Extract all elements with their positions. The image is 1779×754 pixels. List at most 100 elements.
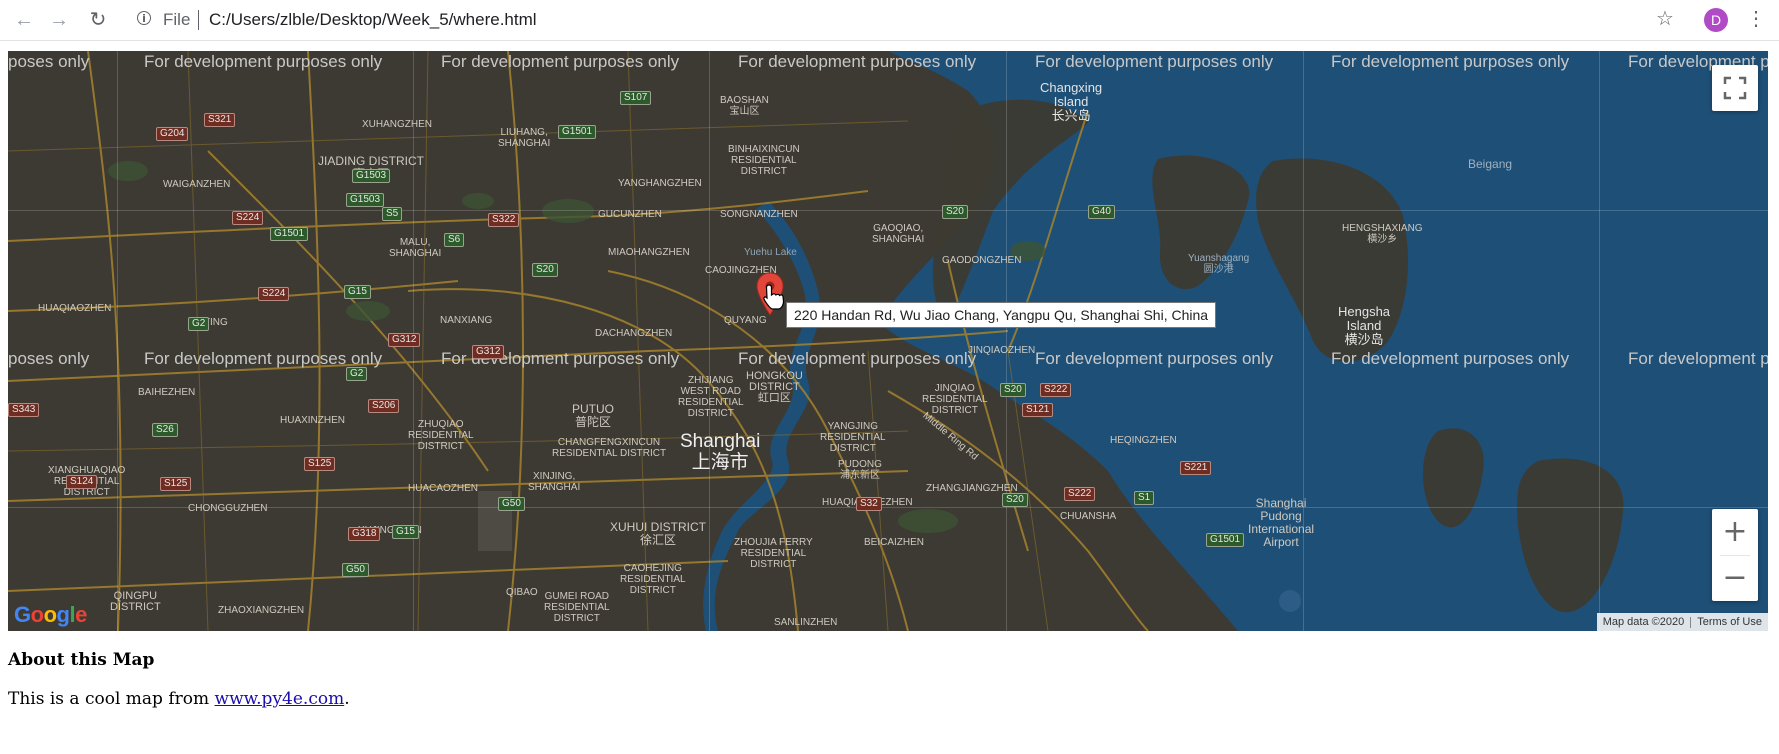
road-shield: G1501 [558, 125, 597, 139]
place-label: GUMEI ROAD RESIDENTIAL DISTRICT [544, 591, 610, 624]
place-label: GUCUNZHEN [598, 209, 662, 220]
arrow-left-icon[interactable]: ← [12, 8, 36, 32]
info-icon[interactable]: i [137, 11, 151, 25]
tile-grid-line [8, 210, 1768, 211]
place-label: DACHANGZHEN [595, 328, 673, 339]
place-label: Shanghai Pudong International Airport [1248, 496, 1315, 549]
place-label: QINGPU DISTRICT [110, 590, 161, 613]
place-label: PUDONG 浦东新区 [838, 459, 882, 481]
google-logo[interactable]: Google [14, 602, 87, 628]
road-shield: S5 [382, 207, 403, 221]
dev-watermark: For development purposes only [1035, 52, 1274, 71]
road-shield: G1501 [270, 227, 309, 241]
place-label: XINJING, SHANGHAI [528, 471, 581, 493]
road-shield: G1503 [352, 169, 391, 183]
dev-watermark: For development purposes only [738, 349, 977, 368]
road-shield: S321 [204, 113, 236, 127]
terms-of-use-link[interactable]: Terms of Use [1697, 616, 1762, 628]
place-label: BEICAIZHEN [864, 537, 925, 548]
place-label: ZHOUJIA FERRY RESIDENTIAL DISTRICT [734, 537, 813, 570]
road-shield: S222 [1040, 383, 1072, 397]
road-shield: G15 [392, 525, 419, 539]
place-label: HEQINGZHEN [1110, 435, 1177, 446]
place-label: Changxing Island 长兴岛 [1040, 80, 1103, 123]
road-shield: G318 [348, 527, 381, 541]
place-label: GAOQIAO, SHANGHAI [872, 223, 925, 245]
place-label: XUHUI DISTRICT 徐汇区 [610, 520, 706, 547]
google-map[interactable]: poses only For development purposes only… [8, 51, 1768, 631]
road-shield: G204 [156, 127, 189, 141]
place-label: CHUANSHA [1060, 511, 1117, 522]
place-label: Shanghai 上海市 [680, 431, 761, 473]
place-label: QUYANG [724, 315, 767, 326]
place-label: CHANGFENGXINCUN RESIDENTIAL DISTRICT [552, 437, 667, 459]
road-shield: S221 [1180, 461, 1212, 475]
road-shield: S206 [368, 399, 400, 413]
arrow-right-icon[interactable]: → [47, 8, 71, 32]
place-label: SANLINZHEN [774, 617, 838, 628]
place-label: ZHUQIAO RESIDENTIAL DISTRICT [408, 419, 474, 452]
tile-grid-line [709, 51, 710, 631]
dev-watermark: poses only [8, 52, 90, 71]
dev-watermark: For development purposes only [1331, 349, 1570, 368]
place-label: WAIGANZHEN [163, 179, 231, 190]
browser-toolbar: ← → ↻ i File C:/Users/zlble/Desktop/Week… [0, 0, 1779, 41]
dev-watermark: For development purposes only [738, 52, 977, 71]
road-shield: G15 [344, 285, 371, 299]
dev-watermark-row: poses only For development purposes only… [8, 349, 1768, 373]
road-shield: S124 [66, 475, 98, 489]
address-bar[interactable]: C:/Users/zlble/Desktop/Week_5/where.html [209, 8, 537, 32]
dev-watermark: For development purposes only [1331, 52, 1570, 71]
place-label: BAOSHAN 宝山区 [720, 95, 769, 117]
profile-avatar[interactable]: D [1704, 8, 1728, 32]
map-data-label[interactable]: Map data ©2020 [1603, 616, 1685, 628]
place-label: XUHANGZHEN [362, 119, 433, 130]
place-label: HUAXINZHEN [280, 415, 346, 426]
place-label: MALU, SHANGHAI [389, 237, 442, 259]
road-shield: S20 [532, 263, 558, 277]
reload-icon[interactable]: ↻ [86, 8, 110, 32]
road-shield: S125 [304, 457, 336, 471]
place-label: ZHAOXIANGZHEN [218, 605, 305, 616]
dev-watermark: poses only [8, 349, 90, 368]
road-shield: G50 [498, 497, 525, 511]
place-label: JINQIAOZHEN [968, 345, 1036, 356]
fullscreen-icon [1723, 76, 1747, 100]
place-label: HONGKOU DISTRICT 虹口区 [746, 370, 803, 404]
py4e-link[interactable]: www.py4e.com [215, 689, 345, 709]
place-label: HUAQIAOZHEN [38, 303, 112, 314]
road-shield: S107 [620, 91, 652, 105]
tile-grid-line [1599, 51, 1600, 631]
road-shield: S343 [8, 403, 40, 417]
place-label: GAODONGZHEN [942, 255, 1022, 266]
road-shield: S224 [258, 287, 290, 301]
road-shield: S125 [160, 477, 192, 491]
place-label: Beigang [1468, 157, 1513, 171]
place-label: CAOHEJING RESIDENTIAL DISTRICT [620, 563, 686, 596]
place-label: Yuanshagang 圆沙港 [1188, 253, 1250, 275]
dev-watermark: For development purposes only [441, 52, 680, 71]
place-label: LIUHANG, SHANGHAI [498, 127, 551, 149]
scheme-label: File [163, 10, 191, 29]
marker-tooltip: 220 Handan Rd, Wu Jiao Chang, Yangpu Qu,… [786, 302, 1217, 328]
hand-cursor-icon [763, 284, 785, 310]
road-shield: S1 [1134, 491, 1155, 505]
road-shield: S224 [232, 211, 264, 225]
road-shield: S121 [1022, 403, 1054, 417]
road-shield: G312 [472, 345, 505, 359]
road-shield: G40 [1088, 205, 1115, 219]
kebab-menu-icon[interactable]: ⋮ [1746, 7, 1766, 31]
place-label: ZHIJIANG WEST ROAD RESIDENTIAL DISTRICT [678, 375, 744, 419]
dev-watermark: For development p [1628, 349, 1768, 368]
map-attribution: Map data ©2020 Terms of Use [1596, 613, 1768, 631]
fullscreen-button[interactable] [1712, 65, 1758, 111]
road-shield: G1501 [1206, 533, 1245, 547]
road-shield: G312 [388, 333, 421, 347]
road-shield: G2 [188, 317, 210, 331]
zoom-out-button[interactable]: − [1712, 555, 1758, 601]
tile-grid-line [117, 51, 118, 631]
zoom-in-button[interactable]: + [1712, 509, 1758, 555]
star-icon[interactable]: ☆ [1656, 7, 1674, 31]
road-shield: G1503 [346, 193, 385, 207]
road-shield: S26 [152, 423, 178, 437]
